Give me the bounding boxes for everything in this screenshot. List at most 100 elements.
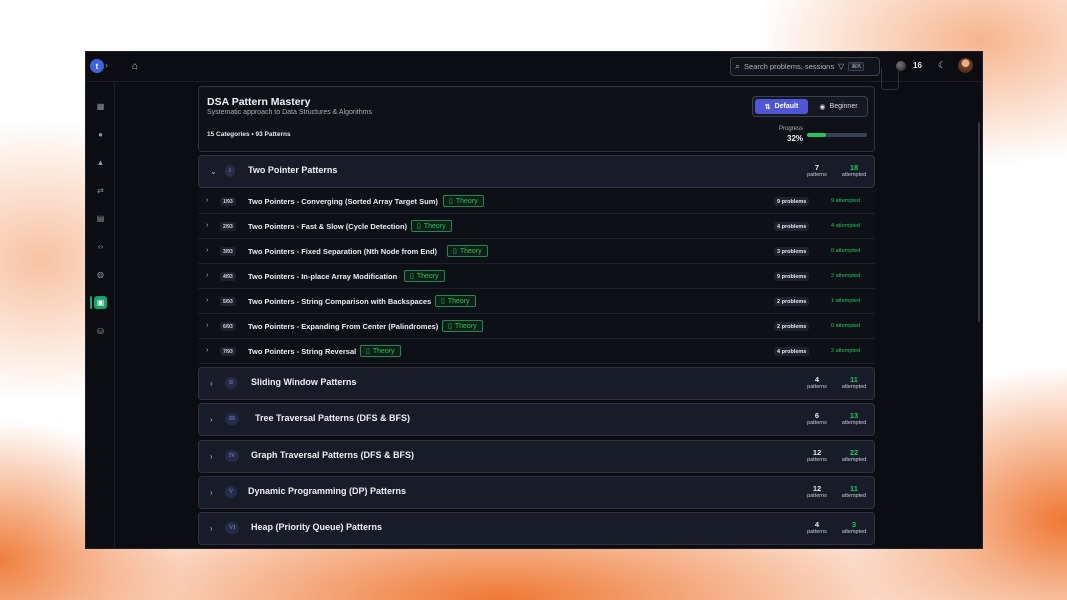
chevron-right-icon[interactable]: › bbox=[210, 379, 213, 388]
app-logo[interactable]: t bbox=[90, 59, 104, 73]
sidebar: ▦ ● ▲ ⇄ ▤ ‹› ◍ ▣ ⛁ bbox=[86, 82, 115, 548]
theory-button[interactable]: ▯ Theory bbox=[435, 295, 476, 307]
pattern-row[interactable]: › 5/93 Two Pointers - String Comparison wi… bbox=[198, 289, 875, 314]
pattern-attempted: 1 attempted bbox=[831, 298, 861, 304]
patterns-stat: 12 patterns bbox=[803, 484, 831, 499]
category-header[interactable]: › VI Heap (Priority Queue) Patterns 4 patter… bbox=[199, 513, 874, 544]
chevron-right-icon[interactable]: › bbox=[206, 322, 208, 329]
home-icon[interactable]: ⌂ bbox=[128, 59, 142, 73]
chevron-right-icon[interactable]: › bbox=[206, 272, 208, 279]
category-numeral: II bbox=[225, 377, 237, 389]
pattern-row[interactable]: › 7/93 Two Pointers - String Reversal ▯ Theo… bbox=[198, 339, 875, 364]
pattern-name[interactable]: Two Pointers - String Reversal bbox=[248, 347, 356, 356]
chevron-right-icon[interactable]: › bbox=[210, 415, 213, 424]
theory-button[interactable]: ▯ Theory bbox=[442, 320, 483, 332]
mode-toggle: ⇅ Default ◉ Beginner bbox=[752, 96, 868, 117]
category-header[interactable]: › II Sliding Window Patterns 4 patterns 11 att… bbox=[199, 368, 874, 399]
category-header[interactable]: › III Tree Traversal Patterns (DFS & BFS) 6… bbox=[199, 404, 874, 435]
mode-default-button[interactable]: ⇅ Default bbox=[755, 99, 808, 114]
pattern-name[interactable]: Two Pointers - In-place Array Modificati… bbox=[248, 272, 397, 281]
pattern-index: 6/93 bbox=[220, 322, 236, 331]
mic-icon[interactable]: ● bbox=[94, 128, 107, 141]
patterns-icon[interactable]: ▣ bbox=[94, 296, 107, 309]
category-card[interactable]: › III Tree Traversal Patterns (DFS & BFS) 6… bbox=[198, 403, 875, 436]
users-icon[interactable]: ◍ bbox=[94, 268, 107, 281]
chevron-right-icon[interactable]: › bbox=[206, 347, 208, 354]
problems-badge: 2 problems bbox=[774, 297, 810, 306]
document-icon[interactable]: ▤ bbox=[94, 212, 107, 225]
swap-icon[interactable]: ⇄ bbox=[94, 184, 107, 197]
pattern-row[interactable]: › 6/93 Two Pointers - Expanding From Cente… bbox=[198, 314, 875, 339]
dashboard-icon[interactable]: ▦ bbox=[94, 100, 107, 113]
category-card[interactable]: › IV Graph Traversal Patterns (DFS & BFS) 1… bbox=[198, 440, 875, 473]
category-numeral: I bbox=[225, 165, 235, 177]
mode-beginner-button[interactable]: ◉ Beginner bbox=[812, 99, 865, 114]
pattern-row[interactable]: › 1/93 Two Pointers - Converging (Sorted A… bbox=[198, 189, 875, 214]
pattern-attempted: 0 attempted bbox=[831, 323, 861, 329]
pattern-index: 2/93 bbox=[220, 222, 236, 231]
top-bar: t › ⌂ ⌕ ▽ ⌘K 16 ☾ bbox=[86, 52, 982, 82]
pattern-name[interactable]: Two Pointers - Fixed Separation (Nth Nod… bbox=[248, 247, 437, 256]
code-icon[interactable]: ‹› bbox=[94, 240, 107, 253]
moon-icon[interactable]: ☾ bbox=[938, 60, 946, 71]
attempted-label: attempted bbox=[841, 420, 867, 426]
category-header[interactable]: › IV Graph Traversal Patterns (DFS & BFS) 1… bbox=[199, 441, 874, 472]
theory-button[interactable]: ▯ Theory bbox=[411, 220, 452, 232]
pattern-name[interactable]: Two Pointers - String Comparison with Ba… bbox=[248, 297, 431, 306]
chevron-down-icon[interactable]: ⌄ bbox=[210, 167, 217, 176]
database-icon[interactable]: ⛁ bbox=[94, 325, 107, 338]
chevron-right-icon[interactable]: › bbox=[206, 247, 208, 254]
pattern-name[interactable]: Two Pointers - Expanding From Center (Pa… bbox=[248, 322, 438, 331]
category-card[interactable]: › V Dynamic Programming (DP) Patterns 12 pat… bbox=[198, 476, 875, 509]
theory-button[interactable]: ▯ Theory bbox=[404, 270, 445, 282]
search-bar[interactable]: ⌕ ▽ ⌘K bbox=[730, 57, 880, 76]
attempted-count: 18 bbox=[849, 163, 859, 172]
pattern-name[interactable]: Two Pointers - Converging (Sorted Array … bbox=[248, 197, 438, 206]
category-header[interactable]: › V Dynamic Programming (DP) Patterns 12 pat… bbox=[199, 477, 874, 508]
book-icon: ▯ bbox=[410, 273, 414, 280]
patterns-label: patterns bbox=[807, 384, 827, 390]
attempted-stat: 3 attempted bbox=[837, 520, 871, 535]
chevron-right-icon[interactable]: › bbox=[206, 197, 208, 204]
attempted-stat: 13 attempted bbox=[837, 411, 871, 426]
panel-tab[interactable] bbox=[881, 68, 899, 90]
category-header[interactable]: ⌄ I Two Pointer Patterns 7 patterns 18 attempt… bbox=[199, 156, 874, 187]
attempted-count: 11 bbox=[850, 484, 858, 493]
patterns-label: patterns bbox=[807, 457, 827, 463]
pattern-list: › 1/93 Two Pointers - Converging (Sorted A… bbox=[198, 189, 875, 364]
pattern-row[interactable]: › 3/93 Two Pointers - Fixed Separation (Nt… bbox=[198, 239, 875, 264]
theory-label: Theory bbox=[447, 297, 470, 305]
attempted-count: 11 bbox=[850, 375, 858, 384]
chevron-right-icon[interactable]: › bbox=[206, 222, 208, 229]
chevron-right-icon[interactable]: › bbox=[105, 60, 108, 70]
chevron-right-icon[interactable]: › bbox=[210, 524, 213, 533]
patterns-count: 4 bbox=[814, 520, 820, 529]
theory-button[interactable]: ▯ Theory bbox=[360, 345, 401, 357]
attempted-stat: 11 attempted bbox=[837, 484, 871, 499]
patterns-stat: 12 patterns bbox=[803, 448, 831, 463]
filter-icon[interactable]: ▽ bbox=[838, 62, 844, 71]
search-input[interactable] bbox=[744, 62, 835, 71]
theory-button[interactable]: ▯ Theory bbox=[443, 195, 484, 207]
page-title: DSA Pattern Mastery bbox=[207, 96, 311, 108]
problems-badge: 4 problems bbox=[774, 222, 810, 231]
pattern-row[interactable]: › 2/93 Two Pointers - Fast & Slow (Cycle D… bbox=[198, 214, 875, 239]
patterns-count: 7 bbox=[814, 163, 820, 172]
patterns-label: patterns bbox=[807, 493, 827, 499]
category-card[interactable]: › II Sliding Window Patterns 4 patterns 11 att… bbox=[198, 367, 875, 400]
graduation-cap-icon[interactable]: ▲ bbox=[94, 156, 107, 169]
avatar[interactable] bbox=[958, 58, 973, 73]
chevron-right-icon[interactable]: › bbox=[210, 452, 213, 461]
points-count: 16 bbox=[913, 61, 922, 70]
pattern-name[interactable]: Two Pointers - Fast & Slow (Cycle Detect… bbox=[248, 222, 407, 231]
book-icon: ▯ bbox=[441, 298, 445, 305]
theory-button[interactable]: ▯ Theory bbox=[447, 245, 488, 257]
chevron-right-icon[interactable]: › bbox=[206, 297, 208, 304]
scrollbar[interactable] bbox=[978, 122, 980, 322]
search-icon: ⌕ bbox=[735, 61, 741, 71]
pattern-index: 4/93 bbox=[220, 272, 236, 281]
pattern-row[interactable]: › 4/93 Two Pointers - In-place Array Modif… bbox=[198, 264, 875, 289]
chevron-right-icon[interactable]: › bbox=[210, 488, 213, 497]
category-card[interactable]: ⌄ I Two Pointer Patterns 7 patterns 18 attempt… bbox=[198, 155, 875, 188]
category-card[interactable]: › VI Heap (Priority Queue) Patterns 4 patter… bbox=[198, 512, 875, 545]
